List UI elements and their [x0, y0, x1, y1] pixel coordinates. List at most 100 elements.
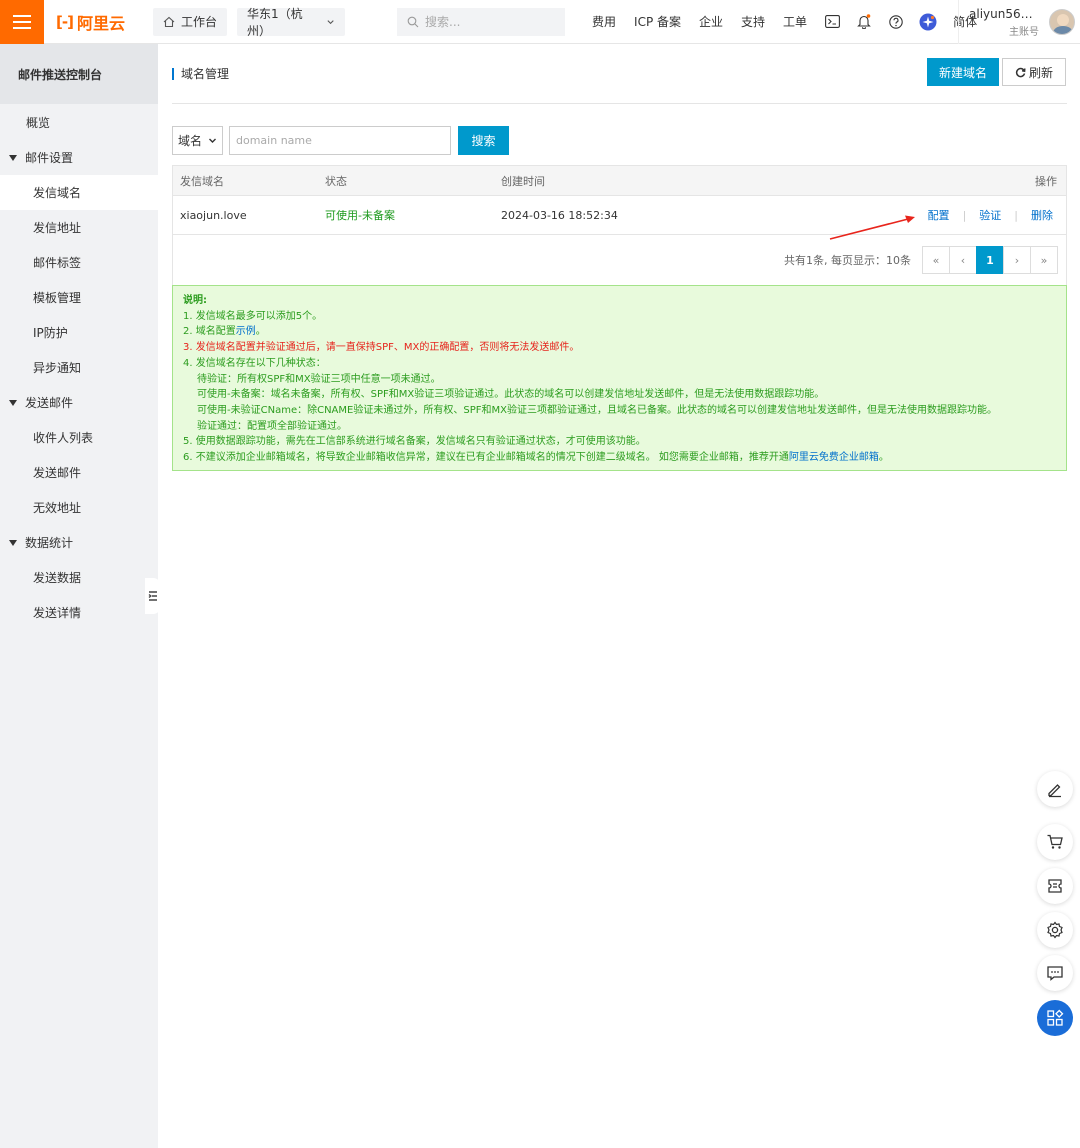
nav-ticket[interactable]: 工单 — [774, 13, 816, 30]
notice-line-5: 5. 使用数据跟踪功能，需先在工信部系统进行域名备案，发信域名只有验证通过状态，… — [183, 436, 646, 448]
aliyun-logo-mark: [-] — [56, 12, 74, 31]
avatar[interactable] — [1049, 9, 1075, 35]
notice-line-1: 1. 发信域名最多可以添加5个。 — [183, 310, 323, 322]
action-separator: | — [1014, 208, 1018, 222]
notice-line-2: 2. 域名配置示例。 — [183, 324, 1056, 340]
search-field-value: 域名 — [177, 134, 202, 148]
search-button[interactable]: 搜索 — [458, 126, 509, 155]
top-bar: [-] 阿里云 工作台 华东1（杭州） 搜索... 费用 ICP 备案 企业 支… — [0, 0, 1080, 44]
nav-icp[interactable]: ICP 备案 — [625, 13, 690, 30]
table-row: xiaojun.love 可使用-未备案 2024-03-16 18:52:34… — [173, 196, 1066, 235]
pagination-row: 共有1条, 每页显示：10条 « ‹ 1 › » — [173, 235, 1066, 285]
notice-line-2-end: 。 — [255, 326, 266, 338]
notice-line-6: 6. 不建议添加企业邮箱域名，将导致企业邮箱收信异常，建议在已有企业邮箱域名的情… — [183, 450, 1056, 466]
cell-status: 可使用-未备案 — [325, 209, 395, 222]
notice-line-6-text: 6. 不建议添加企业邮箱域名，将导致企业邮箱收信异常，建议在已有企业邮箱域名的情… — [183, 452, 789, 464]
help-icon[interactable] — [880, 14, 912, 29]
search-field-select[interactable]: 域名 — [172, 126, 223, 155]
prev-page-button[interactable]: ‹ — [949, 246, 977, 274]
nav-support[interactable]: 支持 — [732, 13, 774, 30]
user-names: aliyun56485... 主账号 — [969, 7, 1039, 38]
notice-line-6-end: 。 — [878, 452, 889, 464]
example-link[interactable]: 示例 — [236, 326, 256, 337]
sidebar-item-templates[interactable]: 模板管理 — [0, 280, 158, 315]
new-domain-button[interactable]: 新建域名 — [927, 58, 999, 86]
nav-enterprise[interactable]: 企业 — [690, 13, 732, 30]
sidebar-group-mail-settings[interactable]: 邮件设置 — [0, 140, 158, 175]
first-page-button[interactable]: « — [922, 246, 950, 274]
edit-float-button[interactable] — [1037, 771, 1073, 807]
search-row: 域名 搜索 — [172, 126, 509, 155]
ai-assistant-icon[interactable] — [912, 13, 944, 31]
sidebar-group-label: 邮件设置 — [25, 151, 74, 165]
verify-link[interactable]: 验证 — [979, 207, 1001, 223]
cart-float-button[interactable] — [1037, 824, 1073, 860]
cell-domain: xiaojun.love — [180, 208, 247, 222]
main-content: 域名管理 新建域名 刷新 域名 搜索 发信域名 状态 创建时间 操作 xiaoj… — [172, 44, 1067, 471]
sidebar-title: 邮件推送控制台 — [0, 44, 158, 104]
next-page-button[interactable]: › — [1003, 246, 1031, 274]
region-selector[interactable]: 华东1（杭州） — [237, 6, 346, 38]
caret-down-icon — [9, 154, 17, 161]
sidebar-collapse-handle[interactable] — [145, 578, 161, 614]
terminal-icon[interactable] — [816, 15, 848, 28]
bell-icon[interactable] — [848, 14, 880, 29]
sidebar-item-ip-protection[interactable]: IP防护 — [0, 315, 158, 350]
workbench-button[interactable]: 工作台 — [153, 7, 228, 36]
domain-search-input[interactable] — [229, 126, 451, 155]
gear-icon — [1047, 921, 1063, 939]
caret-down-icon — [9, 399, 17, 406]
caret-down-icon — [9, 539, 17, 546]
username: aliyun56485... — [969, 6, 1039, 21]
notice-line-4: 4. 发信域名存在以下几种状态： — [183, 357, 326, 369]
notice-line-3: 3. 发信域名配置并验证通过后，请一直保持SPF、MX的正确配置，否则将无法发送… — [183, 342, 580, 354]
region-label: 华东1（杭州） — [247, 6, 303, 38]
sidebar-item-sending-domain[interactable]: 发信域名 — [0, 175, 158, 210]
free-enterprise-mail-link[interactable]: 阿里云免费企业邮箱 — [789, 452, 879, 463]
page-1-button[interactable]: 1 — [976, 246, 1004, 274]
sidebar-group-label: 发送邮件 — [25, 396, 74, 410]
sidebar-group-statistics[interactable]: 数据统计 — [0, 525, 158, 560]
sidebar: 邮件推送控制台 概览 邮件设置 发信域名 发信地址 邮件标签 模板管理 IP防护… — [0, 44, 158, 1148]
user-account[interactable]: aliyun56485... 主账号 — [958, 0, 1080, 44]
apps-grid-icon — [1047, 1009, 1064, 1026]
sidebar-item-invalid-address[interactable]: 无效地址 — [0, 490, 158, 525]
last-page-button[interactable]: » — [1030, 246, 1058, 274]
global-search-input[interactable]: 搜索... — [397, 7, 566, 36]
notice-box: 说明: 1. 发信域名最多可以添加5个。 2. 域名配置示例。 3. 发信域名配… — [172, 285, 1067, 471]
aliyun-logo[interactable]: [-] 阿里云 — [44, 0, 144, 44]
col-actions-header: 操作 — [1035, 174, 1057, 188]
sidebar-item-sending-address[interactable]: 发信地址 — [0, 210, 158, 245]
sidebar-item-async-notify[interactable]: 异步通知 — [0, 350, 158, 385]
settings-float-button[interactable] — [1037, 912, 1073, 948]
apps-float-button[interactable] — [1037, 1000, 1073, 1036]
home-icon — [163, 16, 175, 27]
sidebar-group-send-mail[interactable]: 发送邮件 — [0, 385, 158, 420]
sidebar-item-recipient-list[interactable]: 收件人列表 — [0, 420, 158, 455]
configure-link[interactable]: 配置 — [928, 207, 950, 223]
ticket-float-button[interactable] — [1037, 868, 1073, 904]
ticket-icon — [1048, 879, 1062, 893]
notice-line-4b: 可使用-未备案：域名未备案，所有权、SPF和MX验证三项验证通过。此状态的域名可… — [197, 389, 825, 401]
search-placeholder: 搜索... — [425, 15, 461, 29]
table-header: 发信域名 状态 创建时间 操作 — [173, 166, 1066, 196]
top-nav: 费用 ICP 备案 企业 支持 工单 简体 — [583, 13, 986, 31]
nav-billing[interactable]: 费用 — [583, 13, 625, 30]
chevron-down-icon — [209, 138, 216, 143]
sidebar-item-send-mail[interactable]: 发送邮件 — [0, 455, 158, 490]
sidebar-item-mail-tags[interactable]: 邮件标签 — [0, 245, 158, 280]
feedback-float-button[interactable] — [1037, 955, 1073, 991]
delete-link[interactable]: 删除 — [1031, 207, 1053, 223]
chat-icon — [1047, 966, 1063, 981]
sidebar-item-overview[interactable]: 概览 — [0, 105, 158, 140]
action-separator: | — [962, 208, 967, 222]
refresh-icon — [1015, 67, 1026, 77]
notice-title: 说明: — [183, 295, 207, 306]
sidebar-item-send-data[interactable]: 发送数据 — [0, 560, 158, 595]
col-created-header: 创建时间 — [501, 174, 545, 188]
hamburger-menu-button[interactable] — [0, 0, 44, 44]
notice-line-4c: 可使用-未验证CName：除CNAME验证未通过外，所有权、SPF和MX验证三项… — [197, 404, 997, 416]
user-role: 主账号 — [1009, 26, 1039, 38]
sidebar-item-send-details[interactable]: 发送详情 — [0, 595, 158, 630]
refresh-button[interactable]: 刷新 — [1002, 58, 1066, 86]
